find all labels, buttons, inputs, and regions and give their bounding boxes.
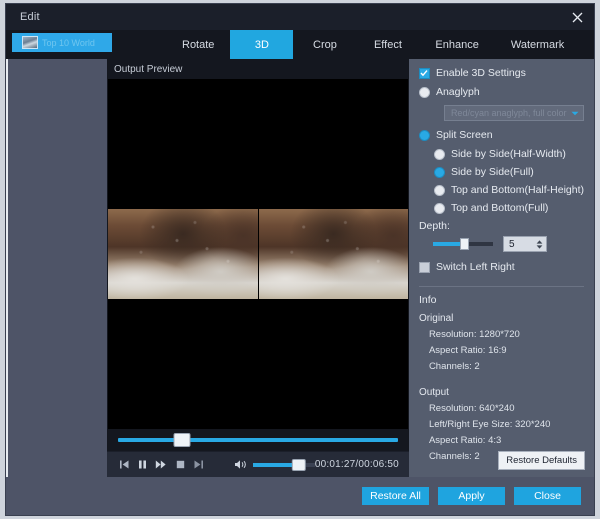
original-aspect-ratio: Aspect Ratio: 16:9 (428, 345, 507, 356)
fast-forward-icon[interactable] (152, 455, 171, 474)
top-bottom-full-label: Top and Bottom(Full) (450, 202, 549, 214)
video-preview[interactable] (108, 79, 408, 429)
tab-crop[interactable]: Crop (293, 30, 357, 59)
tab-watermark-label: Watermark (510, 38, 565, 51)
close-button[interactable]: Close (514, 487, 581, 505)
chevron-down-icon (571, 109, 579, 118)
split-screen-label: Split Screen (435, 129, 493, 141)
close-icon[interactable] (566, 6, 588, 28)
tab-enhance[interactable]: Enhance (419, 30, 495, 59)
timecode-display: 00:01:27/00:06:50 (314, 459, 399, 470)
output-aspect-ratio: Aspect Ratio: 4:3 (428, 435, 502, 446)
split-option-topbottom-full-row[interactable]: Top and Bottom(Full) (419, 202, 584, 214)
volume-handle[interactable] (292, 458, 307, 471)
settings-info-divider (418, 286, 584, 287)
stepper-arrows-icon[interactable] (536, 239, 543, 249)
switch-left-right-row[interactable]: Switch Left Right (418, 261, 584, 273)
restore-defaults-button[interactable]: Restore Defaults (498, 451, 585, 470)
depth-stepper[interactable]: 5 (502, 236, 547, 252)
original-channels: Channels: 2 (428, 361, 480, 372)
seek-bar[interactable] (118, 433, 398, 447)
tab-rotate-label: Rotate (182, 38, 215, 51)
split-option-topbottom-half-row[interactable]: Top and Bottom(Half-Height) (419, 184, 584, 196)
settings-panel: Enable 3D Settings Anaglyph Red/cyan ana… (408, 59, 594, 477)
sidebar-item-label: Top 10 World (42, 37, 95, 48)
seek-bar-area (107, 429, 409, 451)
playback-controls: 00:01:27/00:06:50 (107, 451, 409, 477)
tab-3d-label: 3D (254, 38, 269, 51)
volume-slider[interactable] (252, 458, 315, 471)
tab-effect[interactable]: Effect (356, 30, 420, 59)
anaglyph-mode-value: Red/cyan anaglyph, full color (450, 108, 567, 118)
restore-all-button[interactable]: Restore All (362, 487, 429, 505)
video-frame (108, 209, 408, 299)
anaglyph-radio[interactable] (418, 86, 430, 98)
top-bottom-half-radio[interactable] (433, 184, 445, 196)
split-option-side-half-row[interactable]: Side by Side(Half-Width) (419, 148, 584, 160)
window-title: Edit (20, 11, 40, 23)
preview-column: Output Preview 00:01:27/00:06:50 (107, 59, 409, 477)
seek-handle[interactable] (173, 433, 191, 447)
volume-control (234, 458, 315, 471)
dialog-body: Output Preview 00:01:27/00:06:50 Enable … (6, 59, 594, 477)
top-bottom-half-label: Top and Bottom(Half-Height) (450, 184, 584, 196)
volume-fill (252, 462, 297, 467)
skip-forward-icon[interactable] (189, 455, 208, 474)
side-by-side-full-label: Side by Side(Full) (450, 166, 534, 178)
stop-icon[interactable] (171, 455, 190, 474)
enable-3d-checkbox[interactable] (418, 67, 430, 79)
depth-slider[interactable] (432, 238, 493, 250)
tab-crop-label: Crop (313, 38, 337, 51)
split-screen-radio[interactable] (418, 129, 430, 141)
tab-3d[interactable]: 3D (230, 30, 294, 59)
video-thumbnail-icon (22, 36, 38, 49)
pause-icon[interactable] (134, 455, 153, 474)
enable-3d-row[interactable]: Enable 3D Settings (418, 67, 584, 79)
video-list-sidebar (6, 59, 107, 477)
output-resolution: Resolution: 640*240 (428, 403, 515, 414)
edit-dialog: Edit Rotate 3D Crop Effect Enhance Water… (5, 3, 595, 516)
sidebar-item-video[interactable]: Top 10 World (12, 33, 112, 52)
tab-enhance-label: Enhance (435, 38, 479, 51)
side-by-side-full-radio[interactable] (433, 166, 445, 178)
speaker-icon[interactable] (234, 459, 247, 470)
info-gap (409, 377, 594, 387)
switch-left-right-label: Switch Left Right (435, 261, 515, 273)
output-preview-label: Output Preview (107, 59, 409, 79)
anaglyph-label: Anaglyph (435, 86, 480, 98)
split-screen-row[interactable]: Split Screen (418, 129, 584, 141)
right-eye-view (257, 209, 408, 299)
split-option-side-full-row[interactable]: Side by Side(Full) (419, 166, 584, 178)
left-eye-view (108, 209, 258, 299)
top-bottom-full-radio[interactable] (433, 202, 445, 214)
anaglyph-mode-select[interactable]: Red/cyan anaglyph, full color (443, 105, 584, 121)
depth-control: 5 (419, 236, 584, 252)
original-resolution: Resolution: 1280*720 (428, 329, 520, 340)
side-by-side-half-radio[interactable] (433, 148, 445, 160)
output-eye-size: Left/Right Eye Size: 320*240 (428, 419, 551, 430)
settings-list: Enable 3D Settings Anaglyph Red/cyan ana… (409, 67, 594, 280)
anaglyph-row[interactable]: Anaglyph (418, 86, 584, 98)
tab-rotate[interactable]: Rotate (166, 30, 231, 59)
enable-3d-label: Enable 3D Settings (435, 67, 526, 79)
original-heading: Original (418, 313, 454, 324)
tab-effect-label: Effect (373, 38, 402, 51)
switch-left-right-checkbox[interactable] (418, 261, 430, 273)
title-bar: Edit (6, 4, 594, 30)
dialog-footer: Restore All Apply Close (6, 477, 594, 515)
skip-back-icon[interactable] (115, 455, 134, 474)
apply-button[interactable]: Apply (438, 487, 505, 505)
side-by-side-half-label: Side by Side(Half-Width) (450, 148, 566, 160)
info-heading: Info (418, 294, 437, 306)
depth-label: Depth: (418, 220, 450, 232)
depth-value: 5 (508, 238, 515, 250)
output-heading: Output (418, 387, 449, 398)
depth-fill (432, 242, 460, 246)
tab-watermark[interactable]: Watermark (494, 30, 581, 59)
depth-handle[interactable] (459, 238, 469, 250)
